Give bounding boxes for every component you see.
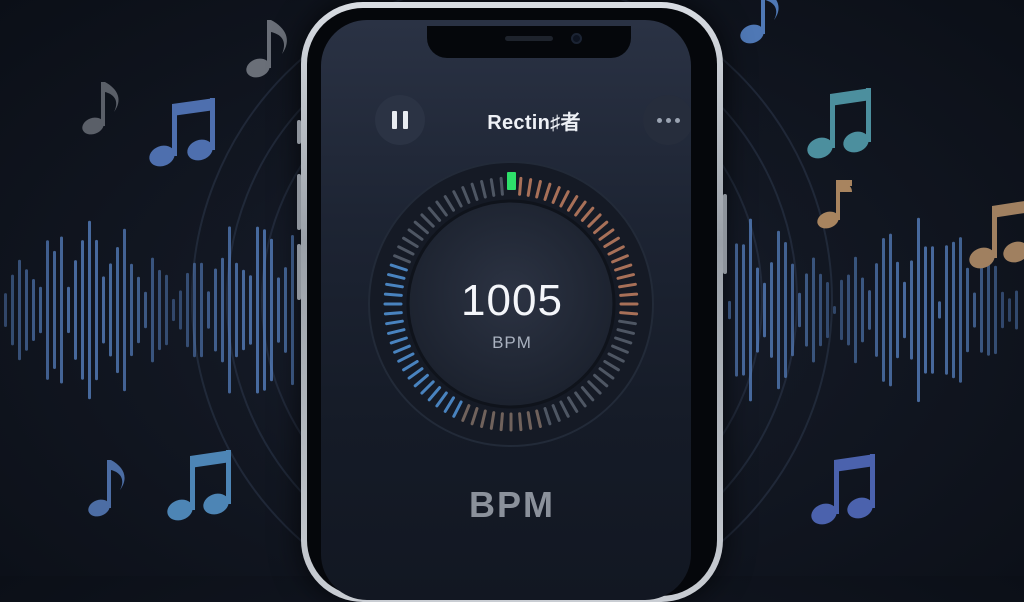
dial-tick — [518, 412, 523, 432]
volume-up-button — [297, 174, 301, 230]
more-dots-icon — [656, 117, 662, 123]
pause-icon — [392, 111, 397, 129]
bpm-heading: BPM — [469, 484, 555, 525]
dial-tick — [499, 176, 504, 196]
notch — [427, 26, 631, 58]
front-camera — [571, 33, 582, 44]
earpiece-speaker — [505, 36, 553, 41]
more-dots-icon-dot — [674, 117, 680, 123]
tempo-unit-label: BPM — [492, 333, 532, 352]
more-dots-icon-dot — [665, 117, 671, 123]
mute-switch — [297, 120, 301, 144]
app-title: Rectin♯者 — [487, 112, 581, 134]
dial-tick — [518, 176, 523, 196]
power-button — [723, 194, 727, 274]
more-options-button[interactable] — [643, 95, 691, 145]
tempo-value: 1005 — [461, 276, 563, 325]
pause-icon-bar — [403, 111, 408, 129]
pause-button[interactable] — [375, 95, 425, 145]
dial-indicator-marker — [507, 172, 516, 190]
dial-tick — [499, 412, 504, 432]
